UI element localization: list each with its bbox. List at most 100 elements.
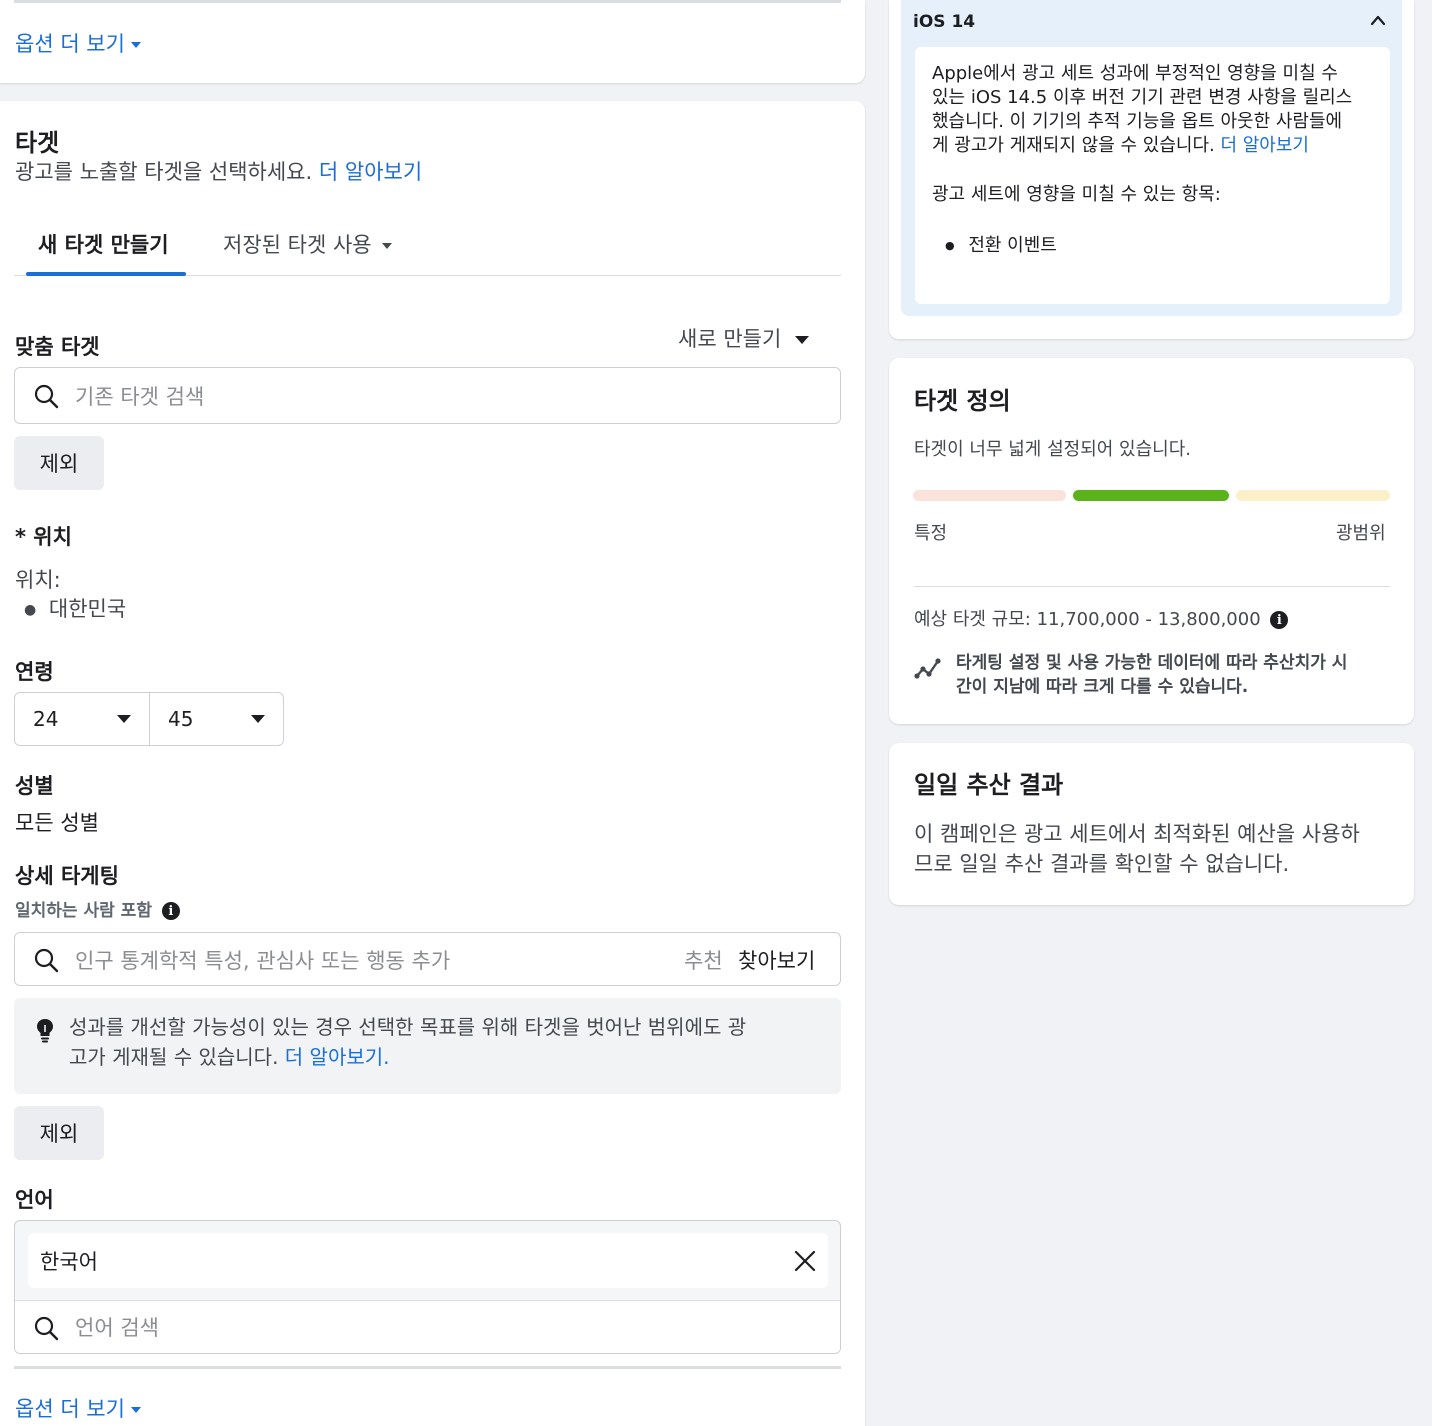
tip-learn-more-link[interactable]: 더 알아보기.	[285, 1045, 390, 1069]
caret-down-icon	[251, 715, 265, 723]
divider	[914, 586, 1390, 587]
tab-saved-audience[interactable]: 저장된 타겟 사용	[223, 229, 392, 259]
ios14-message: Apple에서 광고 세트 성과에 부정적인 영향을 미칠 수 있는 iOS 1…	[915, 47, 1390, 304]
ios14-line-4-text: 게 광고가 게재되지 않을 수 있습니다.	[932, 135, 1215, 156]
age-max-value: 45	[168, 707, 194, 731]
ios14-line-4: 게 광고가 게재되지 않을 수 있습니다. 더 알아보기	[932, 134, 1352, 158]
age-min-value: 24	[33, 707, 59, 731]
ios14-line-3: 했습니다. 이 기기의 추적 기능을 옵트 아웃한 사람들에	[932, 111, 1343, 132]
ios14-panel: iOS 14 Apple에서 광고 세트 성과에 부정적인 영향을 미칠 수 있…	[901, 0, 1402, 316]
search-placeholder: 인구 통계학적 특성, 관심사 또는 행동 추가	[75, 949, 451, 973]
exclude-button[interactable]: 제외	[14, 436, 104, 490]
tab-saved-audience-label: 저장된 타겟 사용	[223, 233, 372, 257]
location-label: * 위치	[15, 525, 72, 549]
estimate-note-line-1: 타게팅 설정 및 사용 가능한 데이터에 따라 추산치가 시	[956, 653, 1348, 673]
more-options-link[interactable]: 옵션 더 보기	[15, 28, 141, 58]
audience-title: 타겟	[15, 129, 60, 157]
estimated-size: 예상 타겟 규모: 11,700,000 - 13,800,000 i	[914, 605, 1289, 631]
ios14-line-1: Apple에서 광고 세트 성과에 부정적인 영향을 미칠 수	[932, 63, 1338, 84]
age-label: 연령	[15, 660, 54, 684]
ios14-learn-more-link[interactable]: 더 알아보기	[1220, 135, 1309, 156]
detailed-targeting-label: 상세 타게팅	[15, 864, 119, 888]
tip-line-1: 성과를 개선할 가능성이 있는 경우 선택한 목표를 위해 타겟을 벗어난 범위…	[69, 1015, 747, 1039]
ios14-affects: 광고 세트에 영향을 미칠 수 있는 항목:	[932, 184, 1221, 205]
search-placeholder: 기존 타겟 검색	[75, 385, 205, 409]
ios14-affect-item: ● 전환 이벤트	[945, 234, 1057, 258]
language-label: 언어	[15, 1188, 54, 1212]
caret-down-icon	[381, 243, 392, 249]
learn-more-link[interactable]: 더 알아보기	[319, 160, 422, 184]
language-search[interactable]: 언어 검색	[15, 1300, 840, 1353]
more-options-label: 옵션 더 보기	[15, 32, 125, 56]
tab-new-audience[interactable]: 새 타겟 만들기	[38, 229, 169, 259]
daily-results-line-1: 이 캠페인은 광고 세트에서 최적화된 예산을 사용하	[914, 822, 1360, 846]
location-sub: 위치:	[15, 568, 61, 592]
lightbulb-icon	[37, 1019, 53, 1043]
info-icon[interactable]: i	[1270, 611, 1289, 629]
ios14-title: iOS 14	[913, 12, 976, 32]
custom-audience-label: 맞춤 타겟	[15, 335, 100, 359]
caret-down-icon	[117, 715, 131, 723]
selected-language-chip: 한국어	[28, 1233, 828, 1288]
create-new-dropdown[interactable]: 새로 만들기	[678, 323, 810, 353]
more-options-label: 옵션 더 보기	[15, 1397, 125, 1421]
divider	[14, 0, 841, 3]
location-item: ● 대한민국	[24, 593, 126, 623]
more-options-link[interactable]: 옵션 더 보기	[15, 1393, 141, 1423]
search-icon	[34, 1316, 59, 1341]
bullet-icon: ●	[24, 602, 37, 618]
top-options-card: 옵션 더 보기	[0, 0, 865, 83]
chevron-up-icon[interactable]	[1370, 14, 1386, 26]
exclude-detailed-button[interactable]: 제외	[14, 1106, 104, 1160]
ios14-body: Apple에서 광고 세트 성과에 부정적인 영향을 미칠 수 있는 iOS 1…	[932, 62, 1352, 158]
bullet-icon: ●	[945, 239, 955, 252]
caret-down-icon	[130, 1407, 141, 1413]
daily-results-title: 일일 추산 결과	[914, 771, 1064, 799]
estimate-note: 타게팅 설정 및 사용 가능한 데이터에 따라 추산치가 시 간이 지남에 따라…	[956, 651, 1347, 699]
create-new-label: 새로 만들기	[678, 327, 782, 351]
meter-specific-label: 특정	[914, 523, 948, 544]
search-icon	[34, 948, 59, 973]
search-placeholder: 언어 검색	[75, 1316, 159, 1340]
daily-results-message: 이 캠페인은 광고 세트에서 최적화된 예산을 사용하 므로 일일 추산 결과를…	[914, 819, 1360, 879]
info-icon[interactable]: i	[161, 902, 180, 920]
audience-card: 타겟 광고를 노출할 타겟을 선택하세요. 더 알아보기 새 타겟 만들기 저장…	[0, 101, 865, 1426]
estimate-note-line-2: 간이 지남에 따라 크게 다를 수 있습니다.	[956, 677, 1249, 697]
include-people-label: 일치하는 사람 포함 i	[15, 896, 180, 921]
expansion-tip: 성과를 개선할 가능성이 있는 경우 선택한 목표를 위해 타겟을 벗어난 범위…	[14, 998, 841, 1094]
estimated-size-text: 예상 타겟 규모: 11,700,000 - 13,800,000	[914, 609, 1261, 630]
definition-status: 타겟이 너무 넓게 설정되어 있습니다.	[914, 439, 1192, 460]
tip-line-2-text: 고가 게재될 수 있습니다.	[69, 1045, 279, 1069]
active-tab-indicator	[26, 272, 186, 276]
detailed-targeting-search[interactable]: 인구 통계학적 특성, 관심사 또는 행동 추가 추천 찾아보기	[14, 932, 841, 986]
language-selector: 한국어 언어 검색	[14, 1220, 841, 1354]
audience-definition-card: 타겟 정의 타겟이 너무 넓게 설정되어 있습니다. 특정 광범위 예상 타겟 …	[889, 358, 1414, 724]
tip-text: 성과를 개선할 가능성이 있는 경우 선택한 목표를 위해 타겟을 벗어난 범위…	[69, 1012, 746, 1072]
tip-line-2: 고가 게재될 수 있습니다. 더 알아보기.	[69, 1042, 746, 1072]
custom-audience-search[interactable]: 기존 타겟 검색	[14, 367, 841, 424]
meter-broad-segment	[1236, 490, 1390, 501]
ios14-affect-item-text: 전환 이벤트	[968, 235, 1057, 256]
meter-broad-label: 광범위	[1336, 523, 1386, 544]
suggestions-link[interactable]: 추천	[684, 945, 723, 975]
search-icon	[34, 384, 59, 409]
caret-down-icon	[795, 336, 810, 344]
daily-results-card: 일일 추산 결과 이 캠페인은 광고 세트에서 최적화된 예산을 사용하 므로 …	[889, 743, 1414, 905]
meter-active-segment	[1073, 490, 1229, 501]
ios14-line-2: 있는 iOS 14.5 이후 버전 기기 관련 변경 사항을 릴리스	[932, 87, 1353, 108]
close-icon[interactable]	[794, 1250, 816, 1272]
age-min-select[interactable]: 24	[14, 692, 150, 746]
location-value: 대한민국	[48, 597, 127, 621]
browse-link[interactable]: 찾아보기	[738, 945, 815, 975]
gender-value[interactable]: 모든 성별	[15, 807, 99, 837]
audience-subtitle-text: 광고를 노출할 타겟을 선택하세요.	[15, 160, 313, 184]
caret-down-icon	[130, 42, 141, 48]
daily-results-line-2: 므로 일일 추산 결과를 확인할 수 없습니다.	[914, 852, 1290, 876]
meter-specific-segment	[913, 490, 1066, 501]
age-max-select[interactable]: 45	[149, 692, 284, 746]
selected-language: 한국어	[40, 1250, 98, 1274]
ios14-card: iOS 14 Apple에서 광고 세트 성과에 부정적인 영향을 미칠 수 있…	[889, 0, 1414, 339]
trend-icon	[914, 658, 941, 679]
definition-title: 타겟 정의	[914, 387, 1011, 415]
audience-subtitle: 광고를 노출할 타겟을 선택하세요. 더 알아보기	[15, 156, 422, 186]
